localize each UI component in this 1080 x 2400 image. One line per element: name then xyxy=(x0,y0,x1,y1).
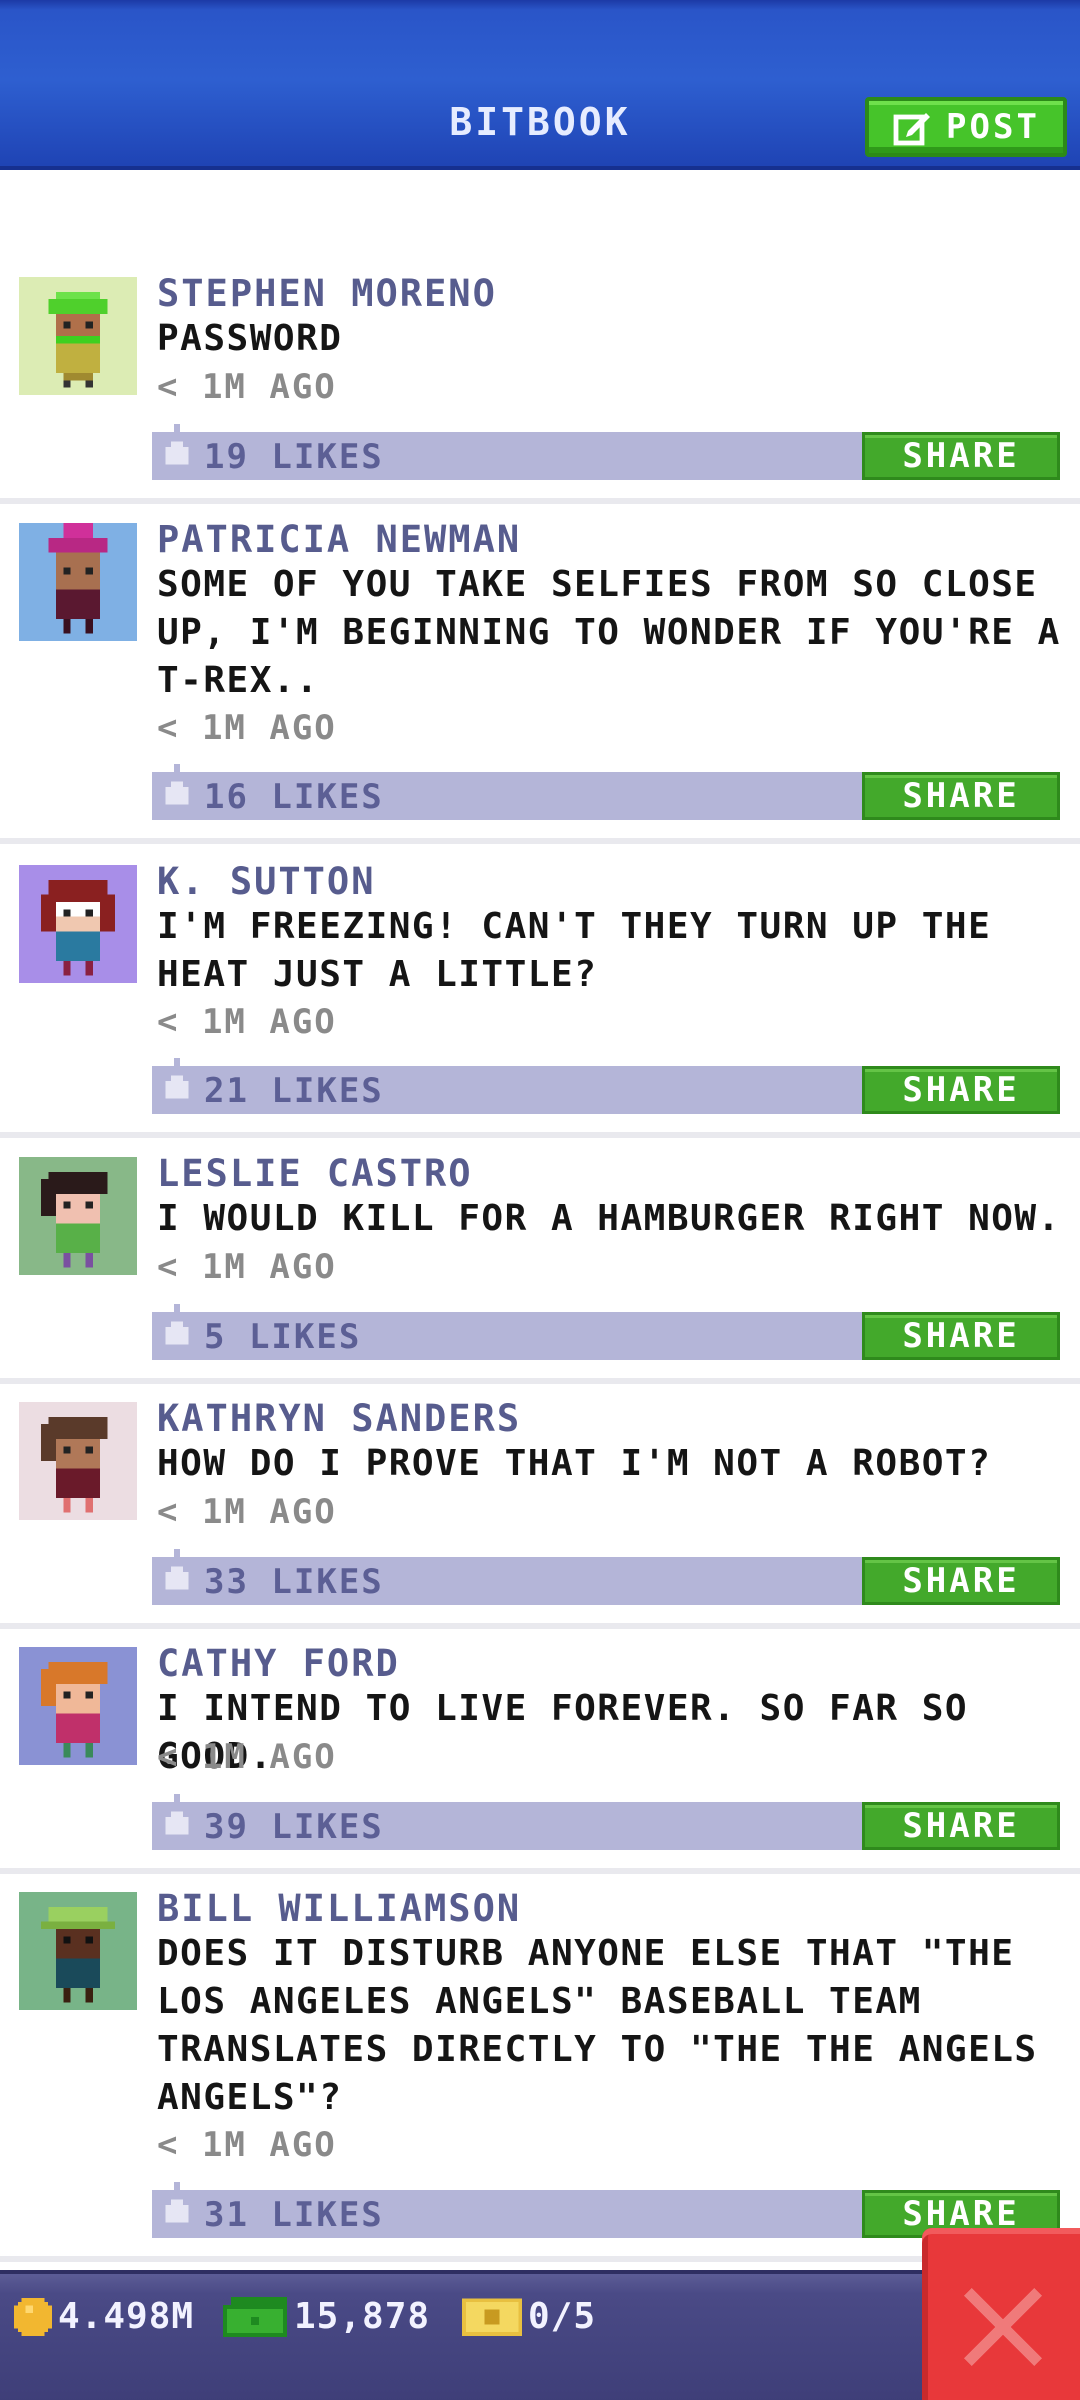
avatar-pink-hat-icon[interactable] xyxy=(19,523,137,641)
ticket-icon xyxy=(462,2297,522,2336)
divider xyxy=(0,2256,1080,2262)
likes-count: 39 LIKES xyxy=(204,1807,384,1847)
post-button[interactable]: POST xyxy=(865,97,1067,157)
post-message: PASSWORD xyxy=(157,318,343,359)
compose-icon xyxy=(893,113,931,146)
currency-bar: 4.498M 15,878 0/5 xyxy=(0,2270,1080,2400)
likes-count: 16 LIKES xyxy=(204,777,384,817)
share-button[interactable]: SHARE xyxy=(862,432,1060,480)
divider xyxy=(0,1132,1080,1138)
post-message: I'M FREEZING! CAN'T THEY TURN UP THE HEA… xyxy=(157,906,992,995)
share-button[interactable]: SHARE xyxy=(862,1802,1060,1850)
likes-bar: 19 LIKES SHARE xyxy=(152,424,1060,480)
avatar-green-hair-icon[interactable] xyxy=(19,277,137,395)
tickets-display[interactable]: 0/5 xyxy=(462,2296,596,2337)
post-message: DOES IT DISTURB ANYONE ELSE THAT "THE LO… xyxy=(157,1933,1038,2118)
post-message: I WOULD KILL FOR A HAMBURGER RIGHT NOW. xyxy=(157,1198,1061,1239)
post-time: < 1M AGO xyxy=(157,367,337,407)
likes-bar: 39 LIKES SHARE xyxy=(152,1794,1060,1850)
post-author[interactable]: CATHY FORD xyxy=(157,1642,400,1685)
divider xyxy=(0,1623,1080,1629)
likes-bar: 5 LIKES SHARE xyxy=(152,1304,1060,1360)
likes-count: 19 LIKES xyxy=(204,437,384,477)
like-icon[interactable] xyxy=(162,424,192,476)
post-button-label: POST xyxy=(946,107,1040,147)
post-time: < 1M AGO xyxy=(157,1737,337,1777)
like-icon[interactable] xyxy=(162,1304,192,1356)
like-icon[interactable] xyxy=(162,1058,192,1110)
share-button[interactable]: SHARE xyxy=(862,772,1060,820)
divider xyxy=(0,1378,1080,1384)
coins-value: 4.498M xyxy=(58,2296,195,2337)
avatar-glasses-icon[interactable] xyxy=(19,865,137,983)
coins-display[interactable]: 4.498M xyxy=(14,2296,194,2337)
post-author[interactable]: PATRICIA NEWMAN xyxy=(157,518,521,561)
avatar-dark-hair-icon[interactable] xyxy=(19,1157,137,1275)
share-button[interactable]: SHARE xyxy=(862,1557,1060,1605)
like-icon[interactable] xyxy=(162,2182,192,2234)
likes-bar: 33 LIKES SHARE xyxy=(152,1549,1060,1605)
post-author[interactable]: STEPHEN MORENO xyxy=(157,272,497,315)
likes-count: 5 LIKES xyxy=(204,1317,362,1357)
likes-count: 33 LIKES xyxy=(204,1562,384,1602)
likes-bar: 21 LIKES SHARE xyxy=(152,1058,1060,1114)
post-message: HOW DO I PROVE THAT I'M NOT A ROBOT? xyxy=(157,1443,992,1484)
coin-icon xyxy=(14,2297,52,2336)
tickets-value: 0/5 xyxy=(528,2296,597,2337)
like-icon[interactable] xyxy=(162,764,192,816)
share-button[interactable]: SHARE xyxy=(862,1312,1060,1360)
post-author[interactable]: K. SUTTON xyxy=(157,860,375,903)
post-time: < 1M AGO xyxy=(157,2125,337,2165)
likes-bar: 16 LIKES SHARE xyxy=(152,764,1060,820)
avatar-green-cap-icon[interactable] xyxy=(19,1892,137,2010)
divider xyxy=(0,838,1080,844)
divider xyxy=(0,1868,1080,1874)
post-author[interactable]: BILL WILLIAMSON xyxy=(157,1887,521,1930)
likes-count: 21 LIKES xyxy=(204,1071,384,1111)
post-author[interactable]: LESLIE CASTRO xyxy=(157,1152,473,1195)
share-button[interactable]: SHARE xyxy=(862,1066,1060,1114)
bux-value: 15,878 xyxy=(294,2296,431,2337)
close-icon xyxy=(964,2288,1042,2366)
close-button[interactable] xyxy=(922,2228,1080,2400)
post-message: SOME OF YOU TAKE SELFIES FROM SO CLOSE U… xyxy=(157,564,1061,701)
avatar-brown-hair-icon[interactable] xyxy=(19,1402,137,1520)
like-icon[interactable] xyxy=(162,1549,192,1601)
divider xyxy=(0,498,1080,504)
bux-icon xyxy=(223,2296,287,2337)
post-time: < 1M AGO xyxy=(157,708,337,748)
app-header: BITBOOK POST xyxy=(0,0,1080,170)
likes-count: 31 LIKES xyxy=(204,2195,384,2235)
post-time: < 1M AGO xyxy=(157,1002,337,1042)
bux-display[interactable]: 15,878 xyxy=(222,2296,430,2337)
avatar-orange-hair-icon[interactable] xyxy=(19,1647,137,1765)
like-icon[interactable] xyxy=(162,1794,192,1846)
post-time: < 1M AGO xyxy=(157,1492,337,1532)
post-time: < 1M AGO xyxy=(157,1247,337,1287)
post-author[interactable]: KATHRYN SANDERS xyxy=(157,1397,521,1440)
